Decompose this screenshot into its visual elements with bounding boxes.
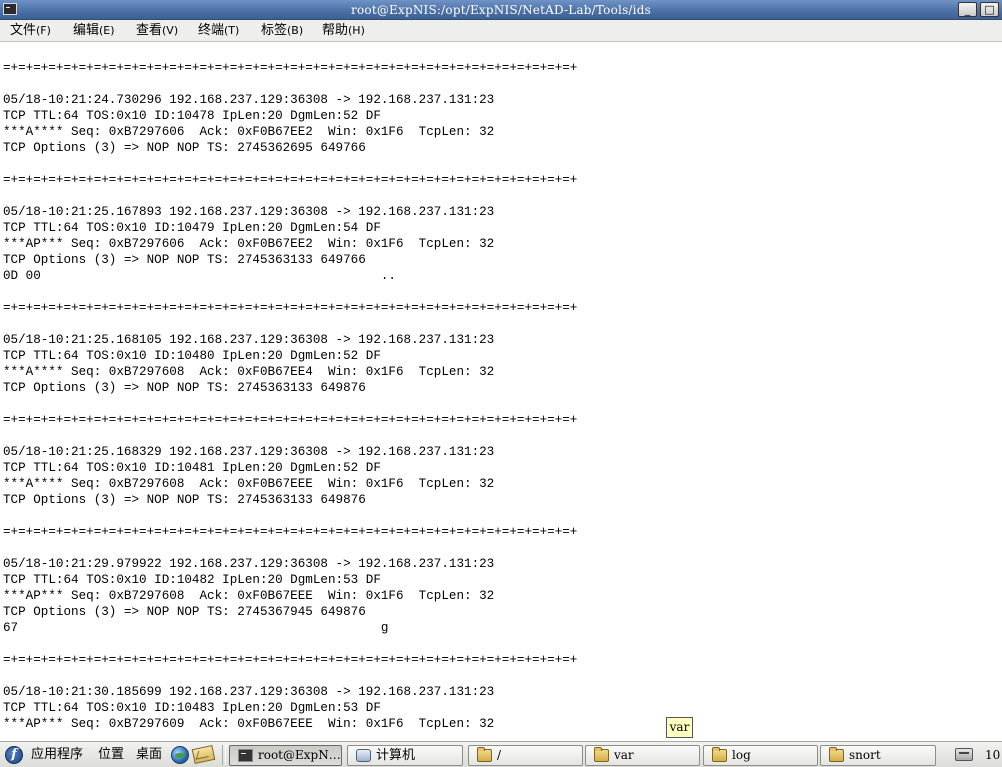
terminal-output[interactable]: =+=+=+=+=+=+=+=+=+=+=+=+=+=+=+=+=+=+=+=+… — [0, 43, 1002, 741]
menu-view-accel: (V) — [162, 24, 179, 37]
taskbar-button-root-folder[interactable]: / — [468, 745, 583, 766]
terminal-line: 67 g — [3, 621, 389, 635]
terminal-line: 0D 00 .. — [3, 269, 396, 283]
terminal-line: =+=+=+=+=+=+=+=+=+=+=+=+=+=+=+=+=+=+=+=+… — [3, 301, 578, 315]
taskbar-button-var-folder[interactable]: var — [585, 745, 700, 766]
menu-help-label: 帮助 — [322, 23, 349, 38]
taskbar-button-snort-folder[interactable]: snort — [820, 745, 936, 766]
menu-tabs[interactable]: 标签(B) — [261, 22, 303, 40]
menu-help-accel: (H) — [348, 24, 365, 37]
title-bar[interactable]: root@ExpNIS:/opt/ExpNIS/NetAD-Lab/Tools/… — [0, 0, 1002, 20]
menu-terminal[interactable]: 终端(T) — [198, 22, 239, 40]
places-menu[interactable]: 位置 — [98, 746, 124, 764]
menu-view[interactable]: 查看(V) — [136, 22, 178, 40]
bottom-panel: f 应用程序 位置 桌面 root@ExpN… 计算机 / var log sn… — [0, 741, 1002, 767]
terminal-line: ***AP*** Seq: 0xB7297609 Ack: 0xF0B67EEE… — [3, 717, 495, 731]
terminal-line: TCP TTL:64 TOS:0x10 ID:10479 IpLen:20 Dg… — [3, 221, 381, 235]
globe-icon[interactable] — [171, 746, 189, 764]
terminal-line: 05/18-10:21:25.168105 192.168.237.129:36… — [3, 333, 495, 347]
menu-edit[interactable]: 编辑(E) — [73, 22, 115, 40]
terminal-line: ***AP*** Seq: 0xB7297608 Ack: 0xF0B67EEE… — [3, 589, 495, 603]
printer-icon[interactable] — [955, 748, 973, 761]
taskbar-button-label: snort — [849, 748, 881, 762]
taskbar-button-label: / — [497, 748, 502, 762]
folder-icon — [594, 747, 609, 762]
terminal-line: ***A**** Seq: 0xB7297606 Ack: 0xF0B67EE2… — [3, 125, 495, 139]
taskbar-button-log-folder[interactable]: log — [703, 745, 818, 766]
terminal-line: 05/18-10:21:24.730296 192.168.237.129:36… — [3, 93, 495, 107]
minimize-icon[interactable]: _ — [958, 2, 977, 17]
terminal-line: 05/18-10:21:25.168329 192.168.237.129:36… — [3, 445, 495, 459]
menu-help[interactable]: 帮助(H) — [322, 22, 365, 40]
applications-menu[interactable]: 应用程序 — [31, 746, 83, 764]
terminal-line: =+=+=+=+=+=+=+=+=+=+=+=+=+=+=+=+=+=+=+=+… — [3, 653, 578, 667]
terminal-line: ***A**** Seq: 0xB7297608 Ack: 0xF0B67EEE… — [3, 477, 495, 491]
terminal-window: root@ExpNIS:/opt/ExpNIS/NetAD-Lab/Tools/… — [0, 0, 1002, 741]
menu-terminal-accel: (T) — [224, 24, 240, 37]
terminal-line: 05/18-10:21:25.167893 192.168.237.129:36… — [3, 205, 495, 219]
terminal-line: TCP TTL:64 TOS:0x10 ID:10483 IpLen:20 Dg… — [3, 701, 381, 715]
menu-view-label: 查看 — [136, 23, 163, 38]
terminal-line: =+=+=+=+=+=+=+=+=+=+=+=+=+=+=+=+=+=+=+=+… — [3, 173, 578, 187]
terminal-line: TCP TTL:64 TOS:0x10 ID:10478 IpLen:20 Dg… — [3, 109, 381, 123]
menu-tabs-label: 标签 — [261, 23, 288, 38]
terminal-line: =+=+=+=+=+=+=+=+=+=+=+=+=+=+=+=+=+=+=+=+… — [3, 413, 578, 427]
taskbar-button-label: root@ExpN… — [258, 748, 341, 762]
terminal-line: ***AP*** Seq: 0xB7297606 Ack: 0xF0B67EE2… — [3, 237, 495, 251]
clock[interactable]: 10 — [985, 746, 1000, 764]
tooltip: var — [666, 717, 693, 738]
terminal-line: =+=+=+=+=+=+=+=+=+=+=+=+=+=+=+=+=+=+=+=+… — [3, 61, 578, 75]
terminal-line: =+=+=+=+=+=+=+=+=+=+=+=+=+=+=+=+=+=+=+=+… — [3, 525, 578, 539]
calculator-icon — [356, 749, 371, 762]
panel-separator — [222, 745, 226, 765]
taskbar-button-label: var — [614, 748, 634, 762]
menu-edit-accel: (E) — [99, 24, 115, 37]
menu-bar: 文件(F) 编辑(E) 查看(V) 终端(T) 标签(B) 帮助(H) — [0, 20, 1002, 42]
folder-icon — [829, 747, 844, 762]
menu-file-label: 文件 — [10, 23, 37, 38]
terminal-line: ***A**** Seq: 0xB7297608 Ack: 0xF0B67EE4… — [3, 365, 495, 379]
terminal-line: TCP TTL:64 TOS:0x10 ID:10481 IpLen:20 Dg… — [3, 461, 381, 475]
menu-terminal-label: 终端 — [198, 23, 225, 38]
terminal-line: TCP TTL:64 TOS:0x10 ID:10480 IpLen:20 Dg… — [3, 349, 381, 363]
maximize-icon[interactable]: □ — [980, 2, 999, 17]
taskbar-button-label: 计算机 — [376, 748, 416, 763]
terminal-line: TCP Options (3) => NOP NOP TS: 274536313… — [3, 493, 366, 507]
terminal-line: TCP TTL:64 TOS:0x10 ID:10482 IpLen:20 Dg… — [3, 573, 381, 587]
menu-tabs-accel: (B) — [287, 24, 304, 37]
desktop-menu[interactable]: 桌面 — [136, 746, 162, 764]
fedora-logo-icon[interactable]: f — [5, 746, 23, 764]
terminal-line: TCP Options (3) => NOP NOP TS: 274536794… — [3, 605, 366, 619]
terminal-line: 05/18-10:21:30.185699 192.168.237.129:36… — [3, 685, 495, 699]
mail-icon[interactable] — [191, 744, 216, 765]
folder-icon — [477, 747, 492, 762]
menu-file-accel: (F) — [36, 24, 51, 37]
terminal-line: 05/18-10:21:29.979922 192.168.237.129:36… — [3, 557, 495, 571]
menu-file[interactable]: 文件(F) — [10, 22, 51, 40]
taskbar-button-terminal[interactable]: root@ExpN… — [229, 745, 342, 766]
terminal-line: TCP Options (3) => NOP NOP TS: 274536269… — [3, 141, 366, 155]
window-title: root@ExpNIS:/opt/ExpNIS/NetAD-Lab/Tools/… — [351, 3, 651, 17]
menu-edit-label: 编辑 — [73, 23, 100, 38]
terminal-line: TCP Options (3) => NOP NOP TS: 274536313… — [3, 381, 366, 395]
taskbar-button-label: log — [732, 748, 751, 762]
folder-icon — [712, 747, 727, 762]
terminal-icon — [238, 749, 253, 762]
terminal-line: TCP Options (3) => NOP NOP TS: 274536313… — [3, 253, 366, 267]
taskbar-button-computer[interactable]: 计算机 — [347, 745, 463, 766]
